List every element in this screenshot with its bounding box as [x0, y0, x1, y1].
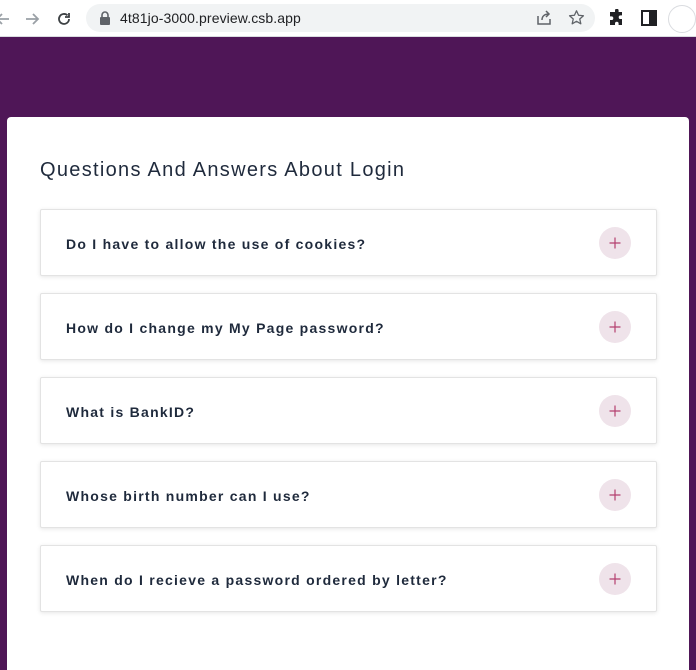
reload-icon[interactable]: [53, 8, 75, 30]
star-icon[interactable]: [568, 9, 585, 26]
faq-item[interactable]: How do I change my My Page password?: [40, 293, 657, 360]
side-panel-icon[interactable]: [641, 10, 657, 26]
address-bar[interactable]: 4t81jo-3000.preview.csb.app: [86, 4, 595, 32]
faq-question: Do I have to allow the use of cookies?: [66, 236, 367, 252]
plus-icon: [609, 489, 621, 501]
plus-icon: [609, 321, 621, 333]
url-text[interactable]: 4t81jo-3000.preview.csb.app: [120, 10, 301, 26]
faq-question: What is BankID?: [66, 404, 196, 420]
expand-button[interactable]: [599, 311, 631, 343]
plus-icon: [609, 405, 621, 417]
expand-button[interactable]: [599, 563, 631, 595]
profile-avatar[interactable]: [668, 5, 696, 33]
share-icon[interactable]: [536, 10, 552, 26]
faq-question: How do I change my My Page password?: [66, 320, 385, 336]
plus-icon: [609, 573, 621, 585]
faq-list: Do I have to allow the use of cookies? H…: [40, 209, 657, 629]
browser-toolbar: 4t81jo-3000.preview.csb.app: [0, 0, 696, 37]
faq-item[interactable]: Whose birth number can I use?: [40, 461, 657, 528]
expand-button[interactable]: [599, 479, 631, 511]
extensions-icon[interactable]: [608, 9, 626, 27]
plus-icon: [609, 237, 621, 249]
page-title: Questions And Answers About Login: [40, 159, 406, 181]
faq-item[interactable]: What is BankID?: [40, 377, 657, 444]
faq-question: Whose birth number can I use?: [66, 488, 311, 504]
faq-question: When do I recieve a password ordered by …: [66, 572, 448, 588]
back-icon[interactable]: [0, 8, 14, 30]
faq-card: Questions And Answers About Login Do I h…: [7, 117, 689, 670]
lock-icon[interactable]: [99, 11, 111, 25]
expand-button[interactable]: [599, 227, 631, 259]
expand-button[interactable]: [599, 395, 631, 427]
faq-item[interactable]: When do I recieve a password ordered by …: [40, 545, 657, 612]
forward-icon[interactable]: [21, 8, 43, 30]
faq-item[interactable]: Do I have to allow the use of cookies?: [40, 209, 657, 276]
